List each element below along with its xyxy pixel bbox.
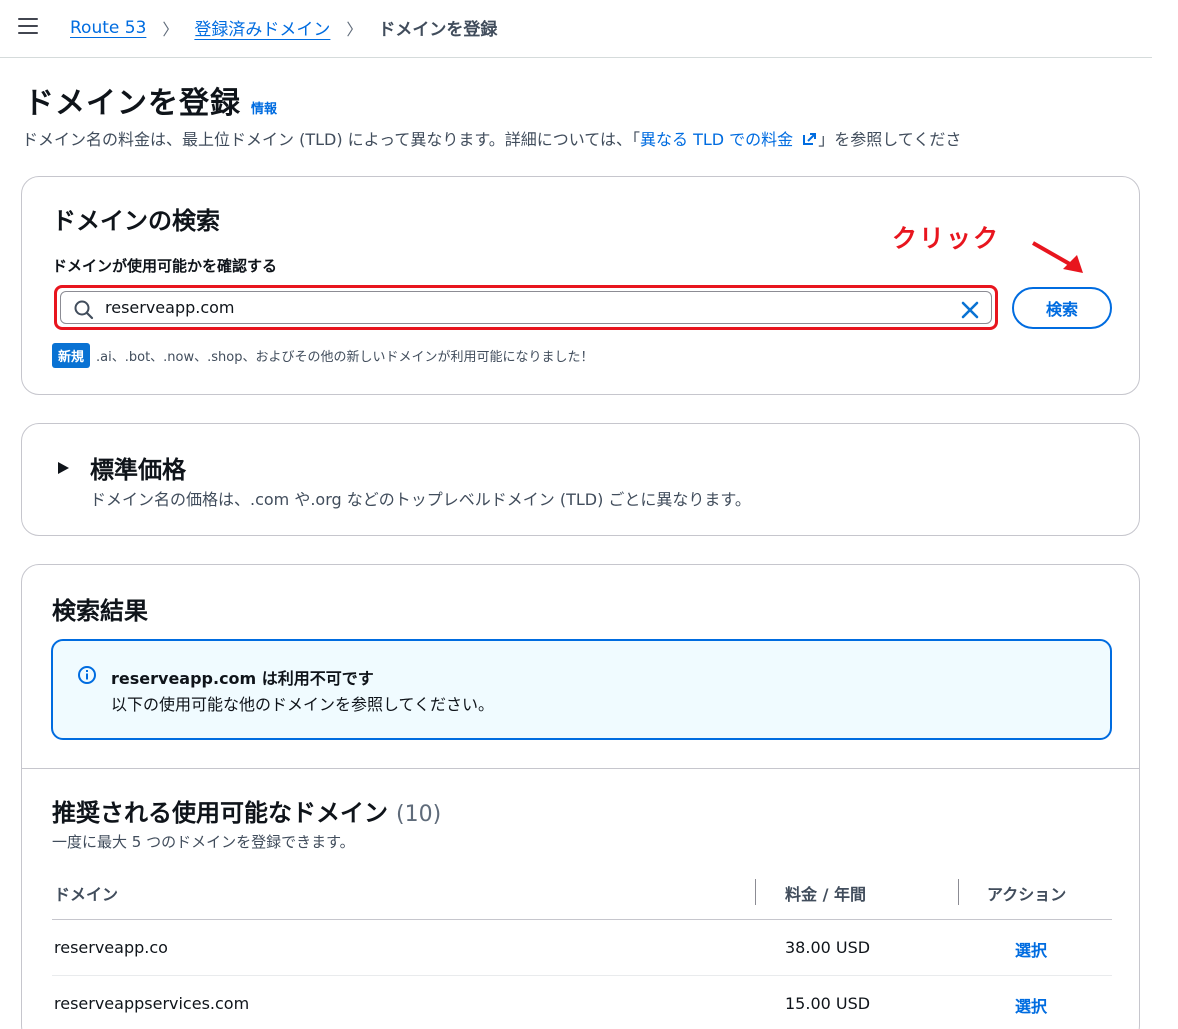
standard-pricing-description: ドメイン名の価格は、.com や.org などのトップレベルドメイン (TLD)… bbox=[90, 490, 751, 509]
column-domain: ドメイン bbox=[54, 885, 119, 904]
alert-title: reserveapp.com は利用不可です bbox=[111, 669, 374, 688]
table-row: reserveapp.co 38.00 USD 選択 bbox=[52, 920, 1112, 976]
arrow-down-right-icon bbox=[1032, 241, 1083, 273]
search-field-label: ドメインが使用可能かを確認する bbox=[52, 257, 278, 275]
standard-pricing-title: 標準価格 bbox=[90, 456, 186, 484]
info-icon bbox=[78, 666, 96, 684]
select-link[interactable]: 選択 bbox=[1015, 937, 1047, 961]
external-link-icon bbox=[803, 133, 817, 145]
domain-search-input[interactable] bbox=[105, 292, 925, 323]
close-icon[interactable] bbox=[959, 299, 981, 321]
chevron-right-icon: 〉 bbox=[346, 19, 363, 39]
standard-pricing-toggle[interactable]: 標準価格 bbox=[56, 450, 186, 485]
domain-search-panel: ドメインの検索 ドメインが使用可能かを確認する クリック 検索 新規 .ai、.… bbox=[21, 176, 1140, 395]
search-button[interactable]: 検索 bbox=[1012, 287, 1112, 329]
new-tld-notice: 新規 .ai、.bot、.now、.shop、およびその他の新しいドメインが利用… bbox=[52, 343, 593, 368]
page-title: ドメインを登録 bbox=[24, 86, 241, 121]
recommended-subtitle: 一度に最大 5 つのドメインを登録できます。 bbox=[52, 833, 355, 851]
page-description: ドメイン名の料金は、最上位ドメイン (TLD) によって異なります。詳細について… bbox=[22, 126, 1152, 150]
recommended-domains-table: ドメイン 料金 / 年間 アクション reserveapp.co 38.00 U… bbox=[52, 865, 1112, 1029]
breadcrumb: Route 53 〉 登録済みドメイン 〉 ドメインを登録 bbox=[70, 15, 498, 41]
new-badge: 新規 bbox=[52, 343, 91, 368]
section-divider bbox=[22, 768, 1139, 769]
recommended-header: 推奨される使用可能なドメイン (10) bbox=[52, 793, 441, 828]
column-price: 料金 / 年間 bbox=[785, 885, 866, 904]
unavailable-alert: reserveapp.com は利用不可です 以下の使用可能な他のドメインを参照… bbox=[51, 639, 1112, 740]
menu-icon[interactable] bbox=[18, 18, 38, 34]
page-header: ドメインを登録 情報 bbox=[24, 78, 277, 122]
alert-body: 以下の使用可能な他のドメインを参照してください。 bbox=[111, 695, 495, 714]
search-results-title: 検索結果 bbox=[52, 597, 148, 625]
search-icon bbox=[74, 300, 94, 320]
table-header: ドメイン 料金 / 年間 アクション bbox=[52, 865, 1112, 920]
recommended-title: 推奨される使用可能なドメイン bbox=[52, 799, 388, 827]
caret-right-icon bbox=[58, 461, 69, 474]
search-section-title: ドメインの検索 bbox=[52, 207, 220, 235]
row-price: 15.00 USD bbox=[785, 994, 871, 1013]
domain-search-field bbox=[60, 291, 992, 324]
search-results-panel: 検索結果 reserveapp.com は利用不可です 以下の使用可能な他のドメ… bbox=[21, 564, 1140, 1029]
page-description-suffix: 」を参照してくださ bbox=[818, 130, 962, 149]
breadcrumb-current: ドメインを登録 bbox=[378, 20, 498, 40]
column-divider[interactable] bbox=[958, 879, 959, 905]
breadcrumb-registered-domains[interactable]: 登録済みドメイン bbox=[194, 15, 330, 40]
column-action: アクション bbox=[987, 885, 1067, 904]
row-price: 38.00 USD bbox=[785, 938, 871, 957]
standard-pricing-panel: 標準価格 ドメイン名の価格は、.com や.org などのトップレベルドメイン … bbox=[21, 423, 1140, 536]
search-highlight-frame bbox=[54, 285, 998, 330]
info-link[interactable]: 情報 bbox=[251, 98, 277, 117]
table-row: reserveappservices.com 15.00 USD 選択 bbox=[52, 976, 1112, 1029]
new-tld-text: .ai、.bot、.now、.shop、およびその他の新しいドメインが利用可能に… bbox=[96, 350, 594, 365]
recommended-count: (10) bbox=[396, 802, 442, 827]
row-domain: reserveapp.co bbox=[54, 938, 168, 957]
chevron-right-icon: 〉 bbox=[162, 19, 179, 39]
row-domain: reserveappservices.com bbox=[54, 994, 250, 1013]
breadcrumb-route53[interactable]: Route 53 bbox=[70, 18, 146, 38]
tld-pricing-link[interactable]: 異なる TLD での料金 bbox=[640, 130, 818, 149]
tld-pricing-link-label: 異なる TLD での料金 bbox=[640, 130, 794, 149]
top-navigation: Route 53 〉 登録済みドメイン 〉 ドメインを登録 bbox=[0, 0, 1152, 58]
column-divider[interactable] bbox=[755, 879, 756, 905]
select-link[interactable]: 選択 bbox=[1015, 993, 1047, 1017]
page-description-text: ドメイン名の料金は、最上位ドメイン (TLD) によって異なります。詳細について… bbox=[22, 130, 640, 149]
click-annotation: クリック bbox=[892, 224, 1001, 253]
